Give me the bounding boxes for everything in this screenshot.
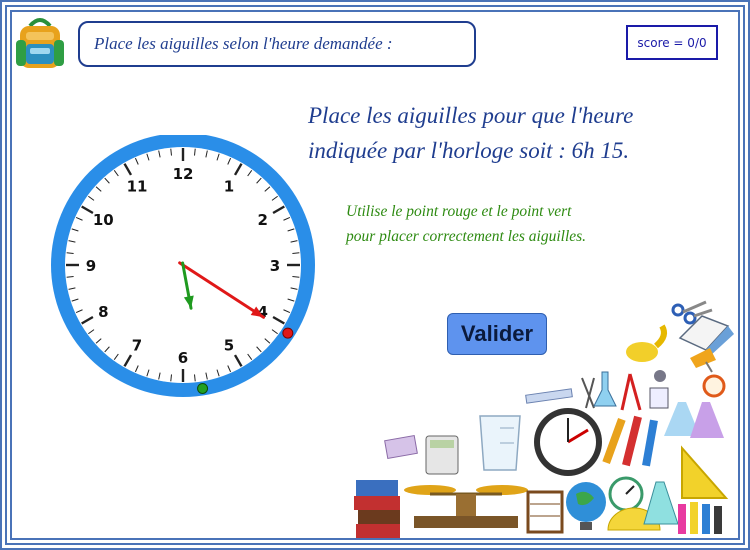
pencils-icon bbox=[602, 415, 658, 467]
clock-number: 7 bbox=[132, 337, 142, 355]
globe-icon bbox=[566, 482, 606, 530]
instruction-line: Place les aiguilles pour que l'heure bbox=[308, 103, 634, 128]
clock-number: 2 bbox=[257, 211, 267, 229]
clock-number: 10 bbox=[93, 211, 114, 229]
clock-number: 3 bbox=[270, 257, 280, 275]
clock-number: 1 bbox=[224, 177, 234, 195]
page-title: Place les aiguilles selon l'heure demand… bbox=[78, 21, 476, 67]
alarm-clock-icon bbox=[702, 374, 726, 398]
flask-icon bbox=[593, 371, 617, 407]
balance-scale-icon bbox=[404, 485, 528, 528]
clock-number: 8 bbox=[98, 303, 108, 321]
instruction-line: indiquée par l'horloge soit : 6h 15. bbox=[308, 138, 630, 163]
clock-number: 5 bbox=[224, 337, 234, 355]
hour-hand-drag-point[interactable] bbox=[197, 382, 209, 394]
microscope-icon bbox=[649, 370, 669, 409]
markers-icon bbox=[678, 502, 722, 534]
flasks-icon bbox=[664, 402, 724, 438]
set-square-icon bbox=[681, 445, 729, 499]
ruler-icon bbox=[525, 388, 573, 404]
measuring-cup-icon bbox=[479, 415, 521, 471]
analog-clock: 121234567891011 bbox=[51, 135, 315, 397]
activity-stage: Place les aiguilles selon l'heure demand… bbox=[0, 0, 750, 550]
compass-red-icon bbox=[620, 373, 642, 411]
books-stack-icon bbox=[354, 480, 400, 538]
backpack-icon bbox=[16, 18, 64, 68]
instruction-text: Place les aiguilles pour que l'heure ind… bbox=[308, 98, 728, 168]
hint-line: Utilise le point rouge et le point vert bbox=[346, 203, 572, 220]
small-clock-icon bbox=[608, 476, 644, 512]
money-icon bbox=[384, 434, 418, 460]
flask-bottom-icon bbox=[643, 481, 679, 525]
clock-number: 6 bbox=[178, 349, 188, 367]
hint-line: pour placer correctement les aiguilles. bbox=[346, 228, 587, 245]
tape-measure-icon bbox=[626, 324, 667, 362]
school-supplies-illustration bbox=[354, 300, 734, 538]
calculator-icon bbox=[425, 435, 459, 475]
clock-number: 9 bbox=[86, 257, 96, 275]
compass-icon bbox=[581, 377, 595, 409]
clock-number: 12 bbox=[173, 165, 194, 183]
abacus-icon bbox=[526, 490, 564, 534]
wall-clock-icon bbox=[534, 408, 602, 476]
clock-number: 11 bbox=[127, 177, 148, 195]
score-display: score = 0/0 bbox=[626, 25, 718, 60]
hint-text: Utilise le point rouge et le point vert … bbox=[346, 199, 706, 249]
minute-hand-drag-point[interactable] bbox=[282, 327, 294, 339]
